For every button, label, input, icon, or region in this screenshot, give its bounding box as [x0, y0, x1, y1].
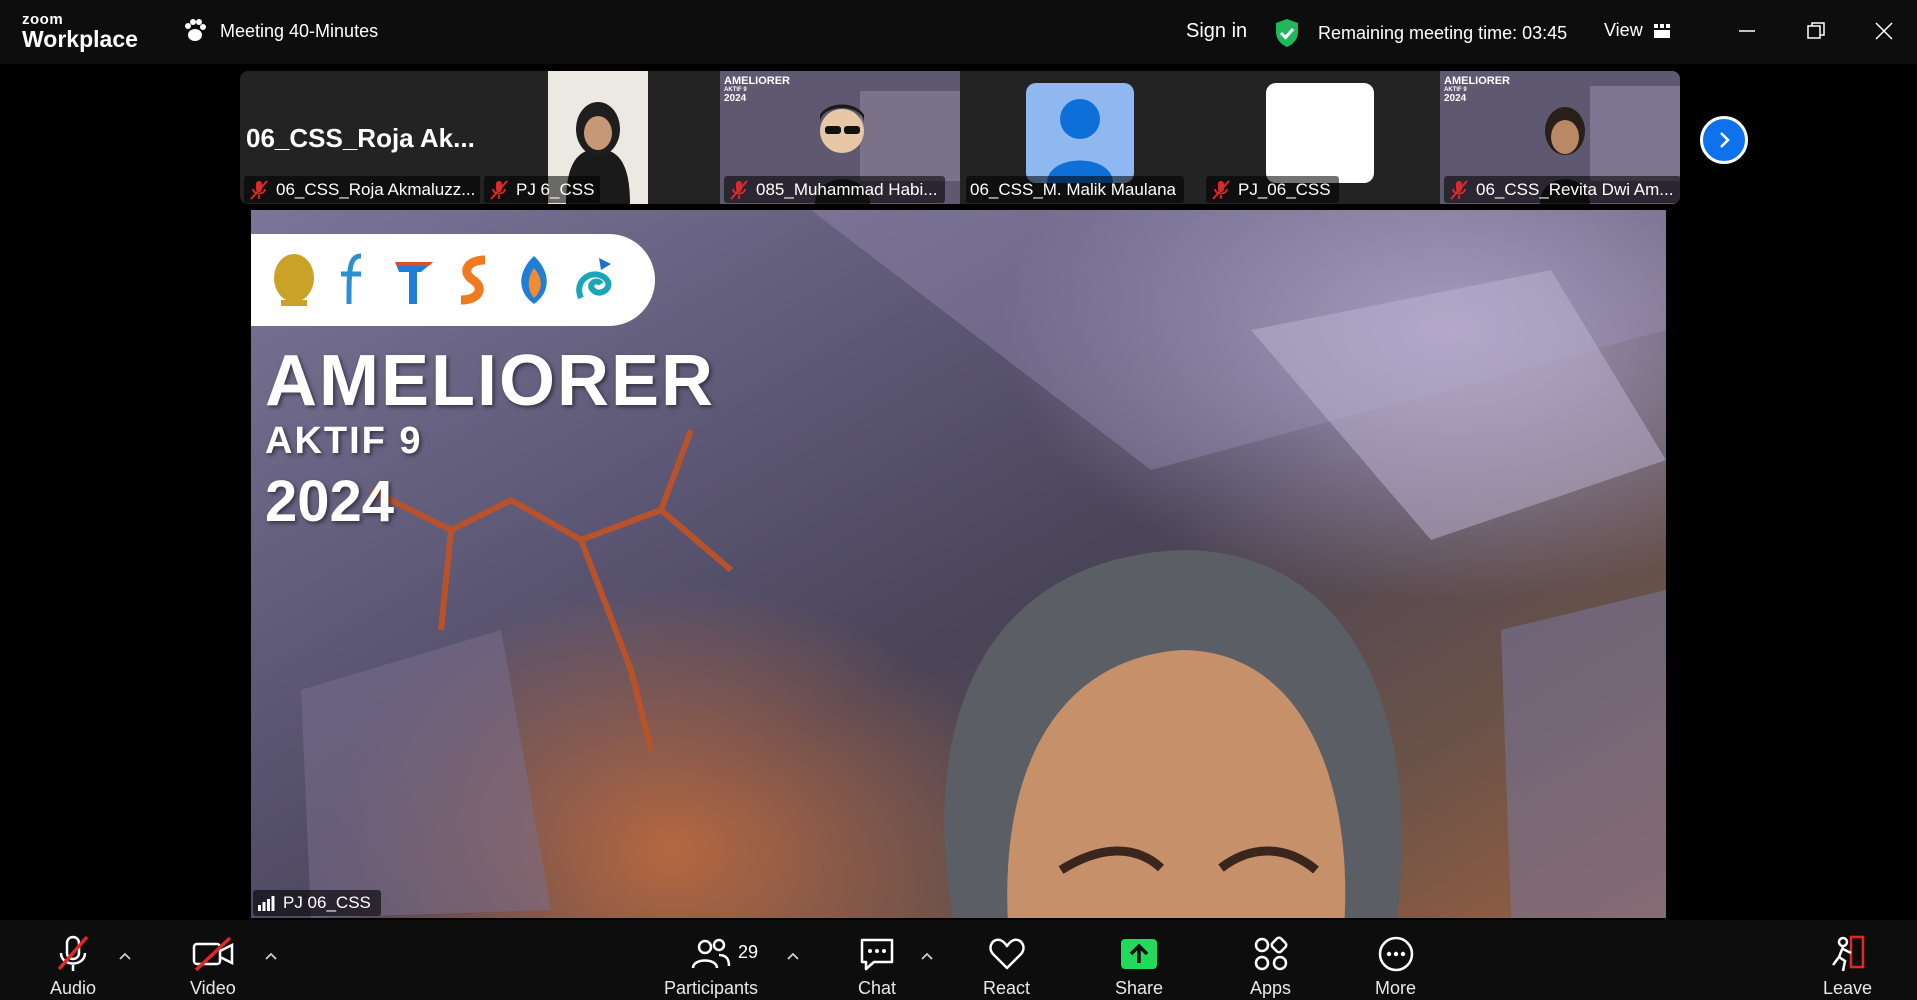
participants-count: 29	[738, 942, 759, 962]
logo-line2: Workplace	[22, 26, 138, 52]
speaker-name: PJ 06_CSS	[283, 893, 371, 912]
participant-name-tag: 085_Muhammad Habi...	[720, 71, 960, 204]
close-button[interactable]	[1869, 16, 1899, 46]
participant-name-tag: PJ 6_CSS	[480, 71, 600, 204]
title-bar: zoom Workplace Meeting 40-Minutes Sign i…	[0, 0, 1917, 64]
signal-strength-icon	[258, 896, 275, 911]
flame-logo-icon	[521, 256, 547, 304]
event-logo-banner	[251, 234, 655, 326]
participant-name: 06_CSS_Roja Akmaluzz...	[276, 179, 476, 199]
restore-icon	[1807, 22, 1825, 39]
more-label: More	[1375, 978, 1417, 998]
share-label: Share	[1115, 978, 1164, 998]
t-logo-icon	[395, 262, 433, 304]
participant-strip: 06_CSS_Roja Ak... AMELIORER AKTIF 9 2024	[240, 71, 1680, 204]
participant-name-tag: 06_CSS_M. Malik Maulana	[962, 71, 1202, 204]
speaker-person	[944, 550, 1402, 918]
video-label: Video	[190, 978, 236, 998]
logo-line1: zoom	[22, 11, 64, 28]
paw-icon	[185, 19, 206, 41]
remaining-time: Remaining meeting time: 03:45	[1274, 18, 1567, 48]
chevron-right-icon	[1720, 132, 1730, 148]
active-speaker-video[interactable]: AMELIORER AKTIF 9 2024 PJ 06_CSS	[251, 210, 1666, 918]
name-label: 06_CSS_Revita Dwi Am...	[1444, 176, 1680, 203]
react-button[interactable]: React	[983, 934, 1030, 999]
participant-name: 06_CSS_Revita Dwi Am...	[1476, 179, 1674, 199]
chat-label: Chat	[858, 978, 897, 998]
restore-button[interactable]	[1801, 16, 1831, 46]
chat-button[interactable]: Chat	[858, 934, 896, 999]
apps-label: Apps	[1250, 978, 1292, 998]
event-title: AMELIORER	[265, 341, 715, 421]
mic-off-icon	[490, 179, 508, 200]
share-button[interactable]: Share	[1115, 934, 1163, 999]
shield-check-icon	[1276, 19, 1298, 47]
participants-icon	[691, 934, 731, 974]
chat-icon	[858, 934, 896, 974]
remaining-time-text: Remaining meeting time: 03:45	[1318, 22, 1568, 43]
participant-name: PJ 6_CSS	[516, 179, 595, 199]
mic-muted-icon	[55, 934, 91, 974]
minimize-button[interactable]	[1732, 16, 1762, 46]
video-off-icon	[192, 934, 234, 974]
participants-options-caret-icon[interactable]	[785, 948, 801, 964]
leave-button[interactable]: Leave	[1823, 934, 1872, 999]
name-label: PJ_06_CSS	[1206, 176, 1339, 203]
apps-icon	[1253, 934, 1289, 974]
event-year: 2024	[265, 469, 395, 534]
mic-off-icon	[730, 179, 748, 200]
view-button[interactable]: View	[1604, 20, 1671, 41]
dragon-logo-icon	[576, 258, 612, 300]
sign-in-link[interactable]: Sign in	[1186, 20, 1247, 43]
mic-off-icon	[1450, 179, 1468, 200]
leave-label: Leave	[1823, 978, 1873, 998]
audio-label: Audio	[50, 978, 97, 998]
meeting-info[interactable]: Meeting 40-Minutes	[182, 18, 378, 44]
close-icon	[1875, 22, 1893, 40]
participant-name: 06_CSS_M. Malik Maulana	[970, 179, 1176, 199]
leave-icon	[1829, 934, 1867, 974]
participant-name-tag: 06_CSS_Roja Akmaluzz...	[240, 71, 480, 204]
participant-name-tag: PJ_06_CSS	[1202, 71, 1402, 204]
participant-name: 085_Muhammad Habi...	[756, 179, 938, 199]
apps-button[interactable]: Apps	[1250, 934, 1291, 999]
react-label: React	[983, 978, 1031, 998]
name-label: 06_CSS_M. Malik Maulana	[966, 176, 1184, 203]
zoom-logo: zoom Workplace	[22, 12, 138, 51]
heart-icon	[988, 934, 1026, 974]
faculty-logo-icon	[341, 253, 362, 305]
participant-name: PJ_06_CSS	[1238, 179, 1331, 199]
chat-options-caret-icon[interactable]	[919, 948, 935, 964]
more-button[interactable]: More	[1375, 934, 1416, 999]
more-icon	[1377, 934, 1415, 974]
view-label: View	[1604, 20, 1643, 40]
participant-name-tag: 06_CSS_Revita Dwi Am...	[1440, 71, 1680, 204]
meeting-title: Meeting 40-Minutes	[220, 20, 379, 41]
s-logo-icon	[460, 255, 486, 305]
next-page-button[interactable]	[1700, 116, 1748, 164]
share-screen-icon	[1120, 934, 1158, 974]
name-label: 085_Muhammad Habi...	[724, 176, 946, 203]
video-button[interactable]: Video	[190, 934, 236, 999]
speaker-label: PJ 06_CSS	[253, 890, 381, 916]
participants-label: Participants	[664, 978, 759, 998]
audio-options-caret-icon[interactable]	[117, 948, 133, 964]
university-crest-icon	[274, 254, 314, 306]
mic-off-icon	[250, 179, 268, 200]
grid-view-icon	[1653, 23, 1670, 38]
name-label: PJ 6_CSS	[484, 176, 600, 203]
name-label: 06_CSS_Roja Akmaluzz...	[244, 176, 480, 203]
mic-off-icon	[1212, 179, 1230, 200]
audio-button[interactable]: Audio	[50, 934, 96, 999]
minimize-icon	[1739, 30, 1755, 32]
event-subtitle: AKTIF 9	[265, 420, 423, 462]
meeting-toolbar: Audio Video Participants 29 Chat React S…	[0, 920, 1917, 1000]
video-options-caret-icon[interactable]	[263, 948, 279, 964]
